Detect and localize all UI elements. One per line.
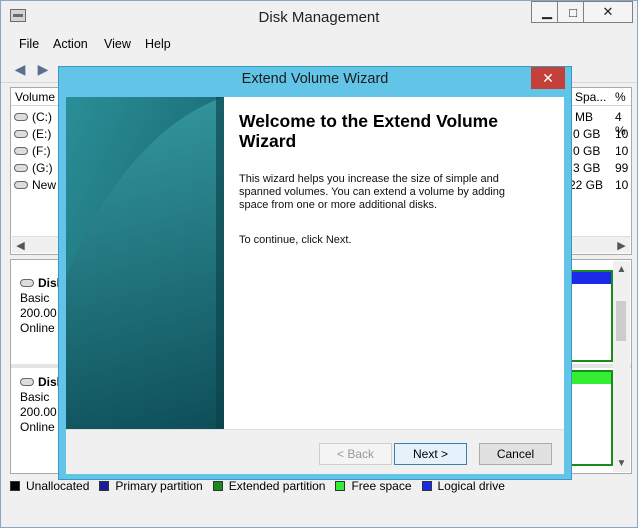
title-bar: Disk Management ▁ □ ✕: [1, 1, 637, 33]
legend-label: Extended partition: [228, 479, 326, 493]
volume-name: (F:): [32, 143, 51, 158]
legend-swatch: [10, 481, 20, 491]
percent-cell: 10: [615, 127, 629, 141]
partition-color-bar: [571, 372, 611, 384]
partition-block[interactable]: [569, 370, 613, 466]
menu-help[interactable]: Help: [145, 37, 171, 51]
menu-view[interactable]: View: [104, 37, 131, 51]
scrollbar-thumb[interactable]: [616, 301, 626, 341]
wizard-content: Welcome to the Extend Volume Wizard This…: [239, 111, 549, 246]
free-space-cell: 3 GB: [573, 161, 601, 175]
close-button[interactable]: ✕: [583, 1, 633, 23]
legend-swatch: [212, 481, 223, 491]
wizard-banner-graphic: [66, 97, 224, 429]
column-percent-free[interactable]: %: [615, 90, 626, 104]
legend-label: Logical drive: [437, 479, 505, 493]
drive-icon: [14, 180, 28, 189]
percent-cell: 10: [615, 178, 629, 192]
menu-file[interactable]: File: [19, 37, 39, 51]
percent-cell: 10: [615, 144, 629, 158]
wizard-heading: Welcome to the Extend Volume Wizard: [239, 111, 498, 151]
column-free-space[interactable]: Spa...: [575, 90, 606, 104]
legend-item: Logical drive: [421, 479, 505, 493]
extend-volume-wizard-dialog: Extend Volume Wizard ✕ Welcome to the Ex…: [58, 66, 572, 480]
free-space-cell: MB: [575, 110, 593, 124]
legend-label: Free space: [351, 479, 412, 493]
legend-item: Unallocated: [10, 479, 89, 493]
partition-color-bar: [571, 272, 611, 284]
wizard-continue-text: To continue, click Next.: [239, 234, 352, 246]
free-space-cell: 22 GB: [569, 178, 604, 192]
legend-label: Unallocated: [26, 479, 90, 493]
wizard-button-bar: < Back Next > Cancel: [66, 429, 564, 474]
legend-swatch: [99, 481, 110, 491]
volume-row[interactable]: (E:): [14, 125, 51, 142]
menu-bar: File Action View Help: [1, 34, 637, 54]
wizard-body: Welcome to the Extend Volume Wizard This…: [66, 97, 564, 429]
scroll-right-icon[interactable]: ▶: [613, 237, 630, 254]
legend-label: Primary partition: [115, 479, 203, 493]
volume-name: (C:): [32, 109, 52, 124]
menu-action[interactable]: Action: [53, 37, 88, 51]
legend-swatch: [421, 481, 432, 491]
legend-item: Primary partition: [99, 479, 203, 493]
volume-row[interactable]: (F:): [14, 142, 51, 159]
cancel-button[interactable]: Cancel: [479, 443, 552, 465]
back-arrow-icon[interactable]: ◀: [12, 61, 28, 77]
partition-block[interactable]: [569, 270, 613, 362]
volume-row[interactable]: (G:): [14, 159, 53, 176]
disk-icon: [20, 279, 34, 287]
legend: Unallocated Primary partition Extended p…: [10, 478, 632, 494]
wizard-side-banner: [66, 97, 224, 429]
column-volume[interactable]: Volume: [15, 90, 55, 104]
volume-name: (E:): [32, 126, 52, 141]
disk-icon: [20, 378, 34, 386]
free-space-cell: 0 GB: [573, 127, 601, 141]
percent-cell: 99: [615, 161, 629, 175]
legend-item: Free space: [335, 479, 412, 493]
drive-icon: [14, 129, 28, 138]
wizard-title: Extend Volume Wizard: [241, 71, 389, 87]
free-space-cell: 0 GB: [573, 144, 601, 158]
forward-arrow-icon[interactable]: ▶: [35, 61, 51, 77]
volume-row[interactable]: (C:): [14, 108, 52, 125]
scroll-left-icon[interactable]: ◀: [12, 237, 29, 254]
back-button[interactable]: < Back: [319, 443, 392, 465]
wizard-description: This wizard helps you increase the size …: [239, 173, 506, 211]
vertical-scrollbar[interactable]: ▲ ▼: [613, 261, 630, 472]
legend-swatch: [335, 481, 346, 491]
drive-icon: [14, 146, 28, 155]
scroll-down-icon[interactable]: ▼: [613, 455, 630, 472]
scroll-up-icon[interactable]: ▲: [613, 261, 630, 278]
volume-name: (G:): [32, 160, 53, 175]
next-button[interactable]: Next >: [394, 443, 467, 465]
drive-icon: [14, 112, 28, 121]
wizard-close-button[interactable]: ✕: [531, 67, 565, 89]
drive-icon: [14, 163, 28, 172]
legend-item: Extended partition: [212, 479, 326, 493]
